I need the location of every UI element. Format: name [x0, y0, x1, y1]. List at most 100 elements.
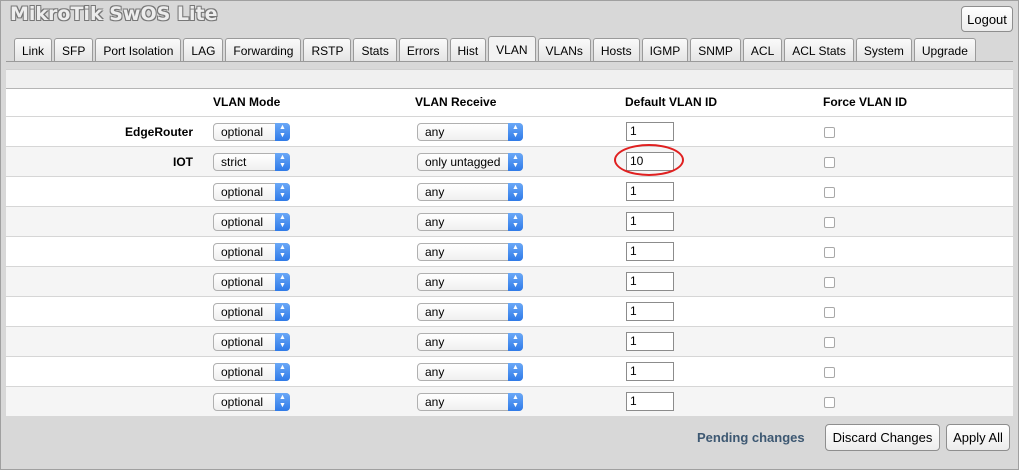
vlan-receive-select-value: any	[425, 365, 445, 379]
chevron-updown-icon: ▲ ▼	[508, 153, 523, 171]
default-vlan-id-input[interactable]: 1	[626, 242, 674, 261]
force-vlan-id-checkbox[interactable]	[824, 247, 835, 258]
chevron-updown-icon: ▲ ▼	[275, 123, 290, 141]
vlan-mode-select[interactable]: optional ▲ ▼	[213, 363, 290, 381]
chevron-updown-icon: ▲ ▼	[508, 303, 523, 321]
vlan-receive-select[interactable]: any ▲ ▼	[417, 363, 523, 381]
vlan-mode-select[interactable]: optional ▲ ▼	[213, 303, 290, 321]
vlan-mode-select-value: optional	[221, 245, 264, 259]
force-vlan-id-checkbox[interactable]	[824, 187, 835, 198]
vlan-receive-select[interactable]: any ▲ ▼	[417, 213, 523, 231]
vlan-mode-select[interactable]: optional ▲ ▼	[213, 123, 290, 141]
vlan-mode-select[interactable]: optional ▲ ▼	[213, 243, 290, 261]
vlan-receive-select[interactable]: any ▲ ▼	[417, 183, 523, 201]
default-vlan-id-input[interactable]: 1	[626, 272, 674, 291]
tab-system[interactable]: System	[855, 38, 912, 62]
vlan-mode-select-value: optional	[221, 395, 264, 409]
vlan-mode-select[interactable]: optional ▲ ▼	[213, 393, 290, 411]
tab-rstp[interactable]: RSTP	[303, 38, 352, 62]
vlan-receive-select[interactable]: only untagged ▲ ▼	[417, 153, 523, 171]
vlan-mode-select[interactable]: optional ▲ ▼	[213, 273, 290, 291]
force-vlan-id-checkbox[interactable]	[824, 157, 835, 168]
table-row: optional ▲ ▼ any ▲ ▼ 1	[6, 296, 1013, 326]
chevron-updown-icon: ▲ ▼	[508, 123, 523, 141]
default-vlan-id-input[interactable]: 1	[626, 212, 674, 231]
vlan-mode-select-value: optional	[221, 365, 264, 379]
vlan-receive-select[interactable]: any ▲ ▼	[417, 393, 523, 411]
chevron-updown-icon: ▲ ▼	[508, 393, 523, 411]
tab-vlan[interactable]: VLAN	[488, 36, 536, 62]
vlan-mode-select-value: optional	[221, 125, 264, 139]
vlan-mode-select[interactable]: optional ▲ ▼	[213, 333, 290, 351]
chevron-updown-icon: ▲ ▼	[275, 303, 290, 321]
header-default-vlan-id: Default VLAN ID	[625, 95, 718, 109]
tab-lag[interactable]: LAG	[183, 38, 224, 62]
toolbar-strip	[6, 69, 1013, 89]
default-vlan-id-input[interactable]: 1	[626, 332, 674, 351]
table-row: EdgeRouter optional ▲ ▼ any ▲ ▼ 1	[6, 116, 1013, 146]
vlan-receive-select[interactable]: any ▲ ▼	[417, 243, 523, 261]
chevron-updown-icon: ▲ ▼	[275, 273, 290, 291]
tab-errors[interactable]: Errors	[398, 38, 448, 62]
default-vlan-id-input[interactable]: 1	[626, 362, 674, 381]
tab-igmp[interactable]: IGMP	[641, 38, 689, 62]
vlan-mode-select[interactable]: optional ▲ ▼	[213, 213, 290, 231]
chevron-updown-icon: ▲ ▼	[275, 333, 290, 351]
force-vlan-id-checkbox[interactable]	[824, 277, 835, 288]
chevron-updown-icon: ▲ ▼	[275, 213, 290, 231]
tab-snmp[interactable]: SNMP	[690, 38, 741, 62]
chevron-updown-icon: ▲ ▼	[508, 243, 523, 261]
tab-bar: Link SFP Port Isolation LAG Forwarding RSTP St…	[14, 36, 976, 62]
tab-hist[interactable]: Hist	[449, 38, 487, 62]
vlan-receive-select[interactable]: any ▲ ▼	[417, 303, 523, 321]
vlan-mode-select-value: optional	[221, 275, 264, 289]
header-vlan-receive: VLAN Receive	[415, 95, 497, 109]
table-row: optional ▲ ▼ any ▲ ▼ 1	[6, 176, 1013, 206]
tab-hosts[interactable]: Hosts	[592, 38, 640, 62]
tab-stats[interactable]: Stats	[353, 38, 397, 62]
table-row: optional ▲ ▼ any ▲ ▼ 1	[6, 206, 1013, 236]
vlan-mode-select[interactable]: optional ▲ ▼	[213, 183, 290, 201]
vlan-mode-select-value: strict	[221, 155, 247, 169]
vlan-receive-select[interactable]: any ▲ ▼	[417, 273, 523, 291]
vlan-receive-select-value: any	[425, 215, 445, 229]
default-vlan-id-input[interactable]: 1	[626, 122, 674, 141]
vlan-receive-select[interactable]: any ▲ ▼	[417, 333, 523, 351]
tab-upgrade[interactable]: Upgrade	[913, 38, 976, 62]
chevron-updown-icon: ▲ ▼	[275, 153, 290, 171]
tab-vlans[interactable]: VLANs	[537, 38, 591, 62]
tab-acl-stats[interactable]: ACL Stats	[784, 38, 854, 62]
chevron-updown-icon: ▲ ▼	[508, 273, 523, 291]
chevron-updown-icon: ▲ ▼	[275, 243, 290, 261]
force-vlan-id-checkbox[interactable]	[824, 337, 835, 348]
vlan-mode-select-value: optional	[221, 215, 264, 229]
tab-link[interactable]: Link	[14, 38, 53, 62]
vlan-mode-select[interactable]: strict ▲ ▼	[213, 153, 290, 171]
tab-port-isolation[interactable]: Port Isolation	[95, 38, 182, 62]
chevron-updown-icon: ▲ ▼	[508, 363, 523, 381]
chevron-updown-icon: ▲ ▼	[508, 333, 523, 351]
vlan-receive-select-value: any	[425, 305, 445, 319]
discard-changes-button[interactable]: Discard Changes	[825, 424, 940, 451]
apply-all-button[interactable]: Apply All	[946, 424, 1010, 451]
tab-forwarding[interactable]: Forwarding	[225, 38, 302, 62]
tab-sfp[interactable]: SFP	[54, 38, 94, 62]
chevron-updown-icon: ▲ ▼	[508, 213, 523, 231]
vlan-receive-select[interactable]: any ▲ ▼	[417, 123, 523, 141]
brand-title: MikroTik SwOS Lite	[10, 3, 218, 25]
force-vlan-id-checkbox[interactable]	[824, 397, 835, 408]
force-vlan-id-checkbox[interactable]	[824, 307, 835, 318]
chevron-updown-icon: ▲ ▼	[275, 183, 290, 201]
force-vlan-id-checkbox[interactable]	[824, 217, 835, 228]
logout-button[interactable]: Logout	[961, 6, 1013, 32]
default-vlan-id-input[interactable]: 1	[626, 392, 674, 411]
highlight-ring	[614, 144, 684, 176]
tab-acl[interactable]: ACL	[742, 38, 783, 62]
pending-changes-label: Pending changes	[697, 430, 805, 445]
default-vlan-id-input[interactable]: 1	[626, 302, 674, 321]
default-vlan-id-input[interactable]: 1	[626, 182, 674, 201]
vlan-receive-select-value: any	[425, 185, 445, 199]
force-vlan-id-checkbox[interactable]	[824, 367, 835, 378]
tab-divider	[6, 61, 1013, 62]
force-vlan-id-checkbox[interactable]	[824, 127, 835, 138]
